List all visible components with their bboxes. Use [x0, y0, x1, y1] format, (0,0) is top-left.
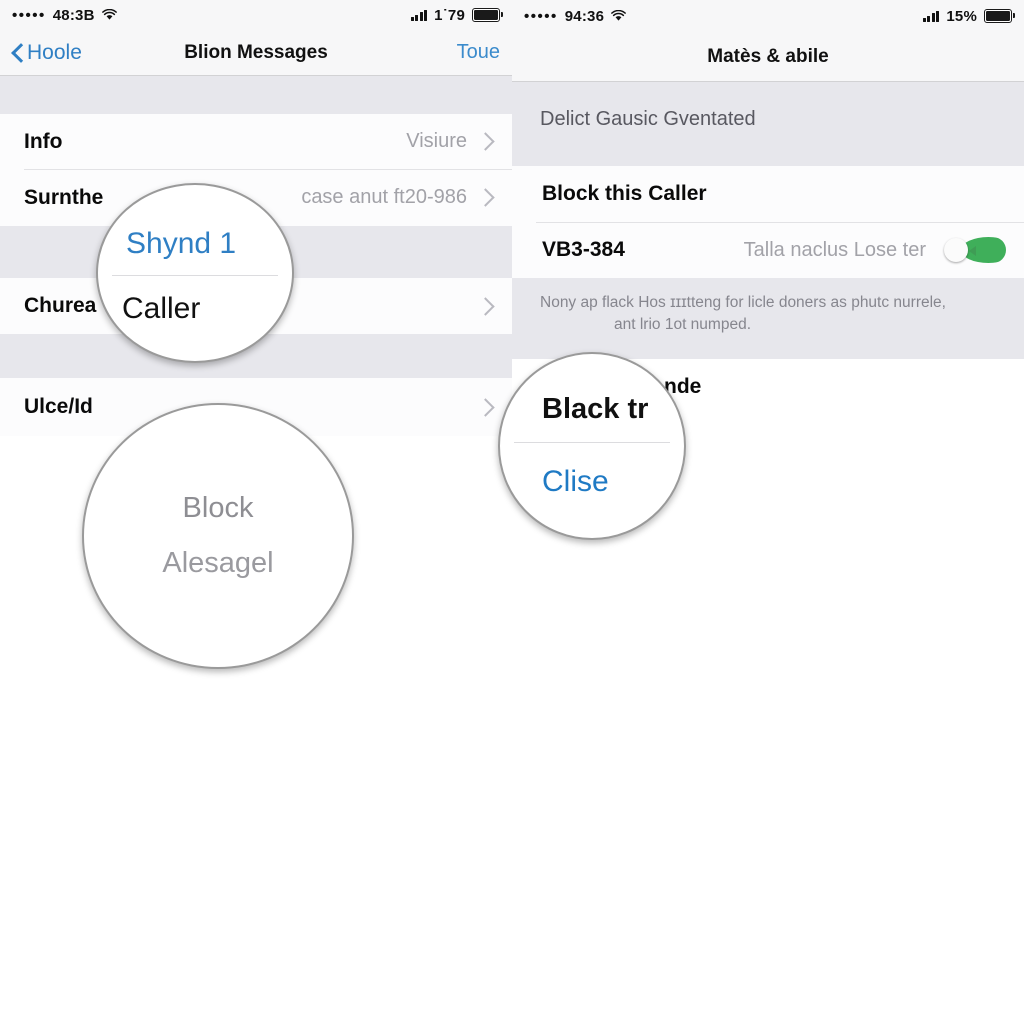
list-item-info[interactable]: Info Visiure	[0, 114, 512, 169]
right-status-bar: ••••• 94:36 15%	[512, 0, 1024, 32]
right-list-group: Block this Caller VB3-384 Talla naclus L…	[512, 166, 1024, 278]
section-footer-line1: Nony ap flack Hos ɪɪɪtteng for licle don…	[540, 294, 946, 311]
row-value: case anut ft20-986	[301, 186, 467, 208]
status-time: 48:3B	[52, 6, 95, 24]
section-gap-top	[0, 76, 512, 114]
loupe-text-line1: Block	[182, 492, 254, 524]
row-label: Block this Caller	[542, 182, 707, 205]
battery-percent-label: 1˙79	[434, 6, 465, 24]
battery-full-icon	[472, 8, 504, 22]
status-left-group: ••••• 48:3B	[12, 7, 117, 24]
status-left-group: ••••• 94:36	[524, 8, 626, 25]
loupe-text-line1: Shynd 1	[126, 226, 237, 260]
chevron-left-icon	[12, 43, 23, 62]
status-right-group: 15%	[922, 7, 1016, 25]
chevron-right-icon	[476, 296, 495, 316]
carrier-dots-icon: •••••	[12, 6, 46, 24]
section-header: Delict Gausic Gventated	[512, 82, 1024, 166]
row-label: Ulce/Id	[24, 395, 93, 418]
loupe-text-line2: Caller	[122, 291, 201, 325]
right-nav-bar: Matès & abile	[512, 32, 1024, 82]
block-toggle-switch[interactable]	[944, 237, 1006, 263]
row-label: Info	[24, 129, 63, 153]
loupe-text-line1: Black tr	[542, 393, 649, 425]
magnifier-loupe-block-close: Black tr Clise	[498, 352, 686, 540]
row-label: VB3-384	[542, 238, 625, 261]
list-item-vb3-384[interactable]: VB3-384 Talla naclus Lose ter	[512, 222, 1024, 278]
magnifier-loupe-block-message: Block Alesagel	[82, 403, 354, 669]
section-footer-line2: ant lrio 1ot numped.	[614, 316, 752, 334]
status-right-group: 1˙79	[410, 6, 504, 24]
loupe-text-line2: Alesagel	[162, 547, 274, 579]
back-button[interactable]: Hoole	[12, 41, 82, 65]
row-label: Churea	[24, 294, 97, 317]
chevron-right-icon	[476, 188, 495, 207]
magnifier-loupe-shynd-caller: Shynd 1 Caller	[96, 183, 294, 363]
chevron-right-icon	[476, 132, 495, 151]
wifi-icon	[101, 9, 117, 21]
toggle-knob	[944, 238, 968, 262]
row-value: Talla naclus Lose ter	[743, 238, 926, 261]
loupe-text-line2: Clise	[542, 465, 609, 498]
left-nav-bar: Hoole Blion Messages Toue	[0, 30, 512, 76]
signal-bars-icon	[410, 9, 428, 21]
battery-full-icon	[984, 9, 1016, 23]
signal-bars-icon	[922, 10, 940, 22]
row-label: Surnthe	[24, 185, 104, 209]
chevron-right-icon	[476, 397, 495, 417]
section-footer: Nony ap flack Hos ɪɪɪtteng for licle don…	[512, 278, 1024, 359]
left-status-bar: ••••• 48:3B 1˙79	[0, 0, 512, 30]
screenshot-stage: ••••• 48:3B 1˙79 Hoole Blion Messages To…	[0, 0, 1024, 1024]
row-value: Visiure	[406, 130, 467, 152]
back-button-label: Hoole	[27, 40, 82, 64]
battery-percent-label: 15%	[946, 7, 977, 25]
status-time: 94:36	[564, 7, 605, 25]
nav-action-button[interactable]: Toue	[457, 41, 500, 64]
wifi-icon	[611, 10, 626, 22]
toggle-nib	[969, 246, 976, 256]
page-title: Matès & abile	[707, 45, 829, 67]
carrier-dots-icon: •••••	[524, 7, 558, 25]
list-item-block-this-caller[interactable]: Block this Caller	[512, 166, 1024, 222]
